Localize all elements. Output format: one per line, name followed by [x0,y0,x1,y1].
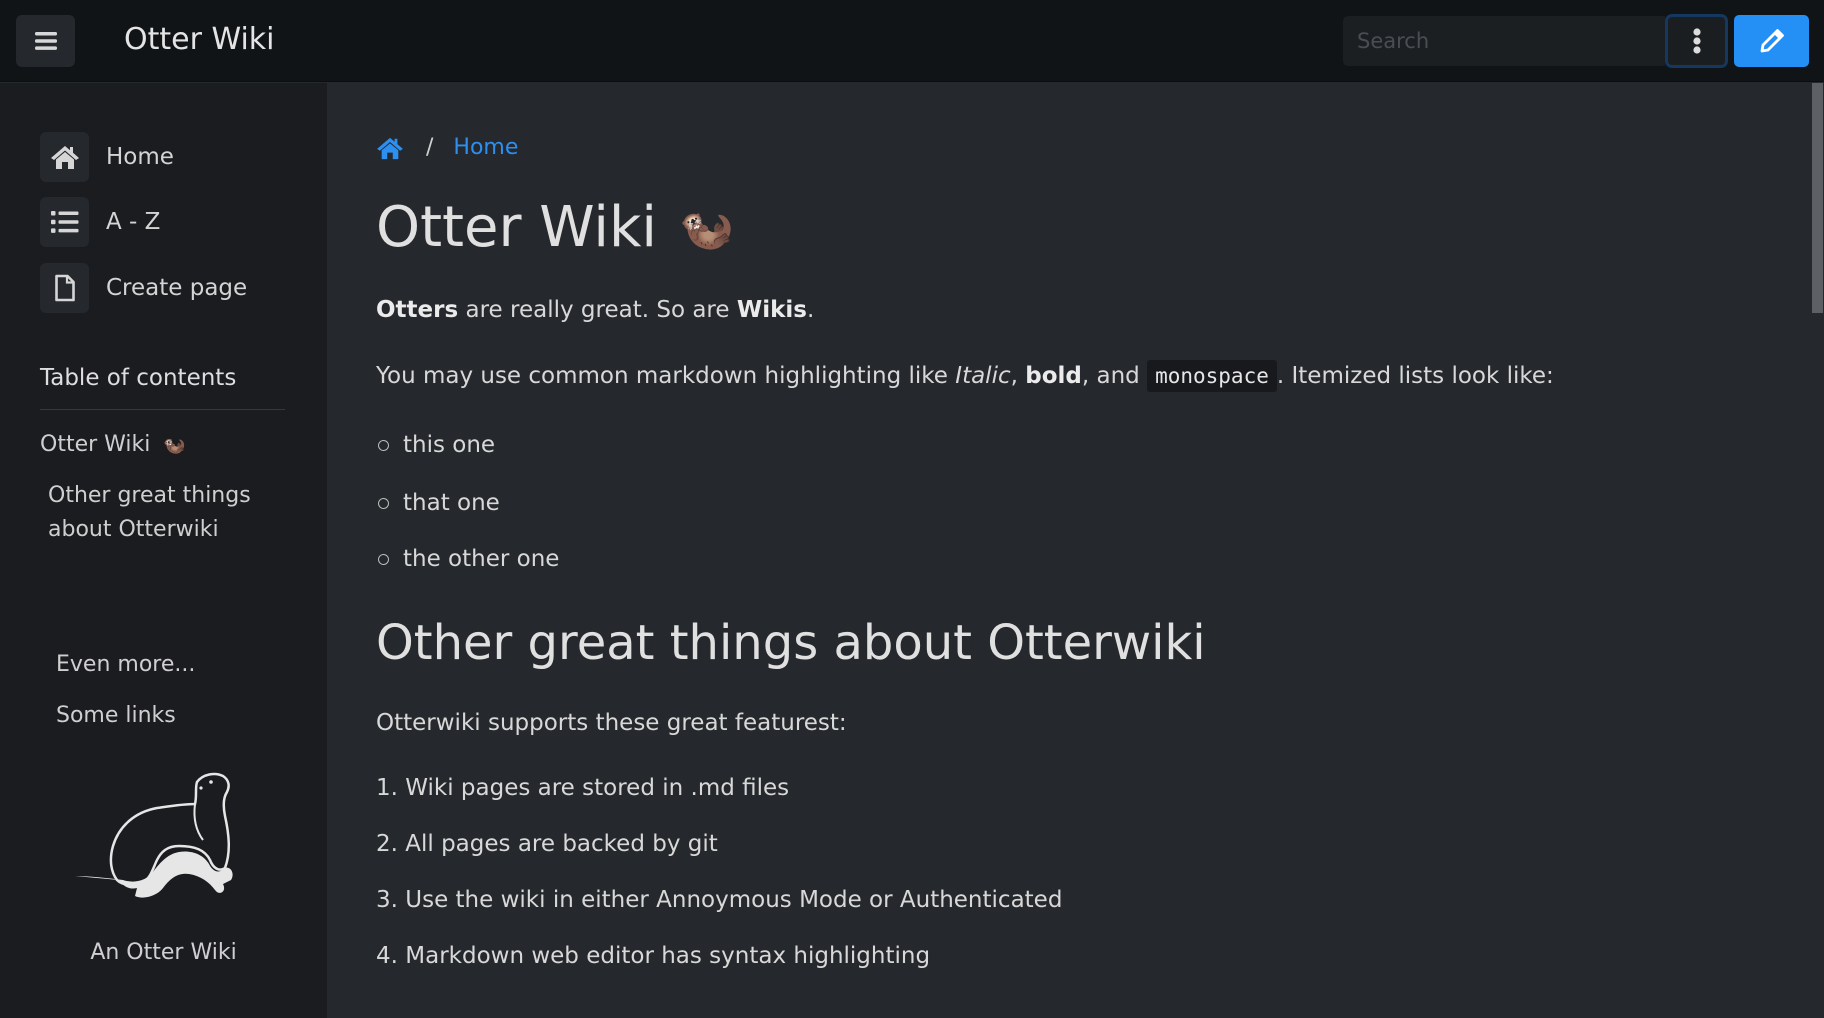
list-item: the other one [376,546,559,572]
list-icon-box [40,197,89,247]
sidebar-item-a-z[interactable]: A - Z [40,197,160,247]
toc-item-other-great-things[interactable]: Other great things about Otterwiki [48,479,313,547]
toc-item-some-links[interactable]: Some links [56,699,176,733]
toc-item-label: Other great things about Otterwiki [48,483,251,542]
text: You may use common markdown highlighting… [376,363,956,389]
home-icon [50,146,79,169]
otter-logo-icon [75,772,233,898]
list-icon [50,211,78,233]
sidebar-item-label: Create page [106,275,248,301]
more-options-button[interactable] [1665,14,1728,68]
otter-emoji-icon: 🦦 [678,202,734,254]
bold-text: bold [1025,363,1082,389]
text: . Itemized lists look like: [1276,363,1554,389]
sidebar-toggle-button[interactable] [16,15,75,67]
feature-item: 3. Use the wiki in either Annoymous Mode… [376,887,1063,913]
toc-item-label: Otter Wiki [40,432,151,457]
bullet-icon [378,497,389,509]
breadcrumb-separator: / [426,135,434,160]
text: . [806,297,815,323]
home-icon[interactable] [376,136,404,160]
feature-item: 1. Wiki pages are stored in .md files [376,775,790,801]
toc-divider [40,409,285,410]
code-text: monospace [1147,360,1277,392]
section-heading: Other great things about Otterwiki [376,615,1206,671]
text: are really great. So are [458,297,737,323]
file-icon [54,274,75,302]
search-input[interactable] [1343,16,1665,66]
feature-item: 4. Markdown web editor has syntax highli… [376,943,931,969]
toc-item-even-more[interactable]: Even more... [56,648,195,682]
sidebar-item-label: Home [106,144,174,170]
breadcrumb: / Home [376,135,518,160]
feature-item: 2. All pages are backed by git [376,831,718,857]
text: , and [1081,363,1148,389]
bold-text: Wikis [736,297,807,323]
home-icon-box [40,132,89,182]
markdown-paragraph: You may use common markdown highlighting… [376,360,1554,392]
otter-emoji-icon: 🦦 [163,435,186,456]
toc-item-otter-wiki[interactable]: Otter Wiki 🦦 [40,428,186,463]
edit-page-button[interactable] [1734,15,1809,67]
list-item: that one [376,490,500,516]
list-item: this one [376,432,495,458]
hamburger-icon [34,32,57,50]
site-title[interactable]: Otter Wiki [124,18,275,62]
list-item-text: that one [403,490,500,516]
top-navbar: Otter Wiki [0,0,1824,82]
toc-item-label: Some links [56,703,176,728]
sidebar: Home A - Z Create page Table of contents… [0,83,327,1018]
scrollbar-thumb[interactable] [1812,83,1823,313]
kebab-vertical-icon [1692,28,1701,54]
intro-paragraph: Otters are really great. So are Wikis. [376,297,814,323]
bullet-icon [378,439,389,451]
list-item-text: this one [403,432,496,458]
breadcrumb-home-link[interactable]: Home [453,135,518,160]
logo-caption: An Otter Wiki [90,940,237,965]
pencil-icon [1760,29,1784,53]
page-title: Otter Wiki 🦦 [376,195,734,260]
toc-title: Table of contents [40,365,237,391]
sidebar-item-home[interactable]: Home [40,132,174,182]
list-item-text: the other one [403,546,560,572]
page-title-text: Otter Wiki [376,195,657,260]
file-icon-box [40,263,89,313]
bullet-icon [378,553,389,565]
main-content: / Home Otter Wiki 🦦 Otters are really gr… [327,83,1807,1018]
toc-item-label: Even more... [56,652,196,677]
bold-text: Otters [376,297,459,323]
scrollbar[interactable] [1810,83,1824,1018]
text: , [1010,363,1026,389]
italic-text: Italic [955,363,1011,389]
section-intro: Otterwiki supports these great featurest… [376,710,847,736]
sidebar-item-create-page[interactable]: Create page [40,263,247,313]
sidebar-item-label: A - Z [106,209,161,235]
